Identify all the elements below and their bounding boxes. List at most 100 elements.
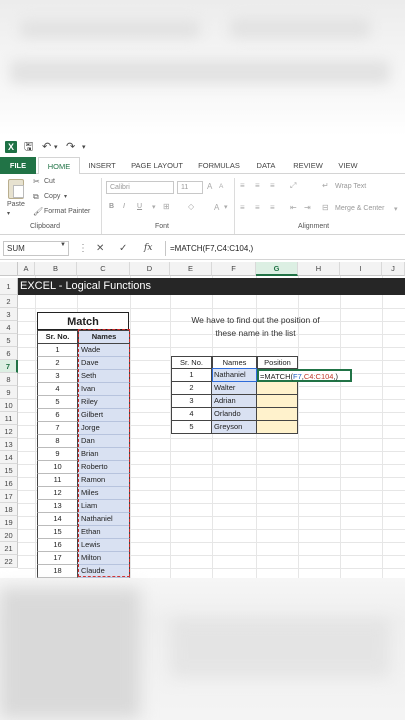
row-header-20[interactable]: 20 (0, 529, 18, 542)
tab-view[interactable]: VIEW (333, 157, 363, 174)
paste-dropdown-icon[interactable]: ▾ (7, 210, 10, 217)
tab-home[interactable]: HOME (38, 157, 80, 175)
cut-icon[interactable]: ✂ (33, 177, 40, 186)
tab-data[interactable]: DATA (250, 157, 282, 174)
font-color-button[interactable]: A (214, 203, 219, 212)
wrap-text-icon[interactable]: ↵ (322, 181, 329, 190)
tab-file[interactable]: FILE (0, 157, 36, 174)
font-name-box[interactable]: Calibri (106, 181, 174, 194)
row-header-16[interactable]: 16 (0, 477, 18, 490)
column-header-e[interactable]: E (170, 262, 212, 276)
customize-icon[interactable]: ▾ (82, 140, 86, 155)
insert-function-icon[interactable]: fx (144, 241, 152, 256)
match-srno-cell[interactable]: 2 (37, 357, 78, 370)
align-left-icon[interactable]: ≡ (240, 203, 245, 212)
lookup-name-cell[interactable]: Walter (212, 382, 257, 395)
column-header-i[interactable]: I (340, 262, 382, 276)
row-header-6[interactable]: 6 (0, 347, 18, 360)
row-header-8[interactable]: 8 (0, 373, 18, 386)
format-painter-button[interactable]: Format Painter (44, 208, 90, 215)
orientation-icon[interactable]: ⤢ (290, 181, 296, 191)
match-srno-cell[interactable]: 11 (37, 474, 78, 487)
row-header-2[interactable]: 2 (0, 295, 18, 308)
column-header-b[interactable]: B (35, 262, 77, 276)
tab-formulas[interactable]: FORMULAS (193, 157, 245, 174)
redo-icon[interactable]: ↷ (66, 140, 75, 155)
italic-button[interactable]: I (123, 203, 125, 210)
font-size-box[interactable]: 11 (177, 181, 203, 194)
lookup-name-cell[interactable]: Adrian (212, 395, 257, 408)
cancel-icon[interactable]: ✕ (96, 241, 104, 256)
tab-review[interactable]: REVIEW (287, 157, 329, 174)
match-srno-cell[interactable]: 16 (37, 539, 78, 552)
lookup-name-cell[interactable]: Orlando (212, 408, 257, 421)
row-header-13[interactable]: 13 (0, 438, 18, 451)
undo-dropdown-icon[interactable]: ▾ (54, 140, 58, 155)
lookup-srno-cell[interactable]: 3 (171, 395, 212, 408)
tab-page-layout[interactable]: PAGE LAYOUT (125, 157, 189, 174)
match-srno-cell[interactable]: 13 (37, 500, 78, 513)
copy-icon[interactable]: ⧉ (33, 192, 39, 202)
lookup-position-cell[interactable] (257, 408, 298, 421)
column-header-h[interactable]: H (298, 262, 340, 276)
underline-dropdown-icon[interactable]: ▾ (152, 203, 156, 211)
align-middle-icon[interactable]: ≡ (255, 181, 260, 190)
lookup-srno-cell[interactable]: 5 (171, 421, 212, 434)
select-all-corner[interactable] (0, 262, 18, 276)
row-header-3[interactable]: 3 (0, 308, 18, 321)
save-icon[interactable]: 🖫 (24, 140, 33, 155)
format-painter-icon[interactable]: 🖌 (33, 207, 43, 216)
tab-insert[interactable]: INSERT (83, 157, 121, 174)
row-header-4[interactable]: 4 (0, 321, 18, 334)
match-srno-cell[interactable]: 17 (37, 552, 78, 565)
match-srno-cell[interactable]: 15 (37, 526, 78, 539)
fill-color-icon[interactable]: ◇ (188, 202, 194, 211)
wrap-text-button[interactable]: Wrap Text (335, 183, 366, 190)
row-header-9[interactable]: 9 (0, 386, 18, 399)
row-header-10[interactable]: 10 (0, 399, 18, 412)
row-header-15[interactable]: 15 (0, 464, 18, 477)
align-top-icon[interactable]: ≡ (240, 181, 245, 190)
row-header-18[interactable]: 18 (0, 503, 18, 516)
row-header-14[interactable]: 14 (0, 451, 18, 464)
enter-icon[interactable]: ✓ (119, 241, 127, 256)
match-srno-cell[interactable]: 12 (37, 487, 78, 500)
row-header-1[interactable]: 1 (0, 278, 18, 295)
grow-font-button[interactable]: A (207, 182, 212, 191)
row-header-22[interactable]: 22 (0, 555, 18, 568)
match-srno-cell[interactable]: 6 (37, 409, 78, 422)
name-box-dropdown-icon[interactable]: ▼ (60, 242, 66, 248)
match-srno-cell[interactable]: 8 (37, 435, 78, 448)
formula-input[interactable]: =MATCH(F7,C4:C104,) (165, 241, 405, 256)
row-header-19[interactable]: 19 (0, 516, 18, 529)
merge-center-button[interactable]: Merge & Center (335, 205, 384, 212)
paste-button[interactable]: Paste (7, 201, 25, 208)
match-srno-cell[interactable]: 14 (37, 513, 78, 526)
align-right-icon[interactable]: ≡ (270, 203, 275, 212)
borders-icon[interactable]: ⊞ (163, 202, 170, 211)
row-header-21[interactable]: 21 (0, 542, 18, 555)
match-srno-cell[interactable]: 9 (37, 448, 78, 461)
increase-indent-icon[interactable]: ⇥ (304, 203, 311, 212)
shrink-font-button[interactable]: A (219, 183, 223, 190)
lookup-srno-cell[interactable]: 1 (171, 369, 212, 382)
cut-button[interactable]: Cut (44, 178, 55, 185)
match-srno-cell[interactable]: 4 (37, 383, 78, 396)
active-cell-g7-editor[interactable]: =MATCH(F7,C4:C104,) (257, 369, 352, 382)
column-header-c[interactable]: C (77, 262, 130, 276)
column-header-g[interactable]: G (256, 262, 298, 276)
row-header-5[interactable]: 5 (0, 334, 18, 347)
column-header-j[interactable]: J (382, 262, 405, 276)
merge-center-icon[interactable]: ⊟ (322, 203, 329, 212)
copy-button[interactable]: Copy (44, 193, 60, 200)
lookup-position-cell[interactable] (257, 421, 298, 434)
font-color-dropdown-icon[interactable]: ▾ (224, 203, 228, 211)
match-srno-cell[interactable]: 1 (37, 344, 78, 357)
align-bottom-icon[interactable]: ≡ (270, 181, 275, 190)
column-header-a[interactable]: A (18, 262, 35, 276)
row-header-17[interactable]: 17 (0, 490, 18, 503)
match-srno-cell[interactable]: 7 (37, 422, 78, 435)
underline-button[interactable]: U (137, 203, 142, 210)
paste-icon[interactable] (8, 179, 24, 199)
row-header-11[interactable]: 11 (0, 412, 18, 425)
